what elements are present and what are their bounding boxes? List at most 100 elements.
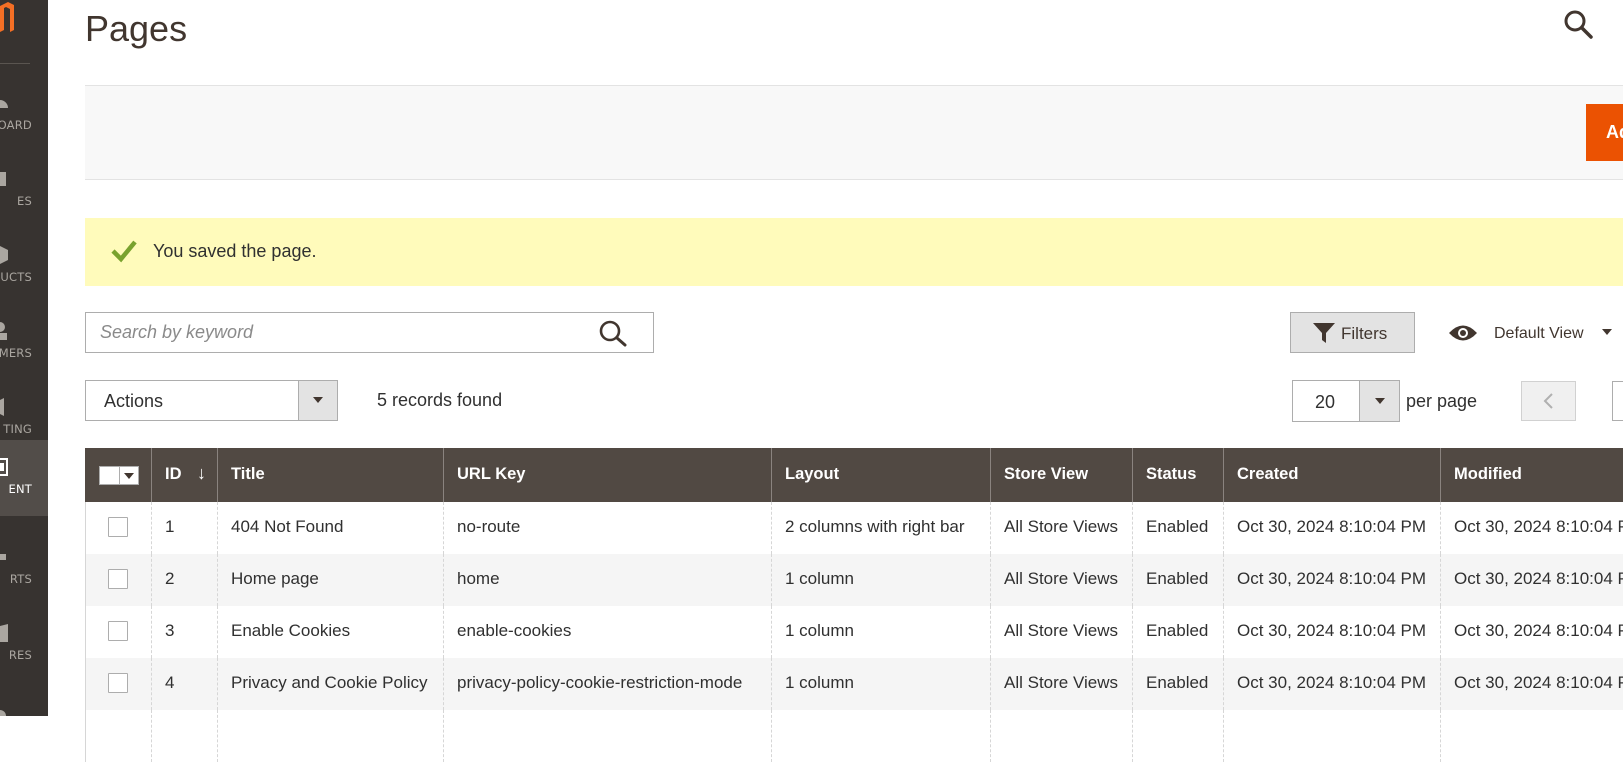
layout-cell: 1 column [771, 554, 990, 606]
cell-value: Privacy and Cookie Policy [231, 673, 428, 692]
system-icon [0, 710, 6, 716]
page-title: Pages [85, 8, 188, 49]
column-header-id[interactable]: ID ↓ [151, 448, 217, 502]
modified-cell: Oct 30, 2024 8:10:04 PM [1440, 554, 1623, 606]
cell-value: 404 Not Found [231, 517, 344, 536]
table-row[interactable] [85, 710, 1623, 762]
modified-cell: Oct 30, 2024 8:10:04 PM [1440, 658, 1623, 710]
column-label: Modified [1454, 465, 1522, 483]
keyword-search [85, 312, 654, 353]
cell-value: enable-cookies [457, 621, 572, 640]
per-page-select[interactable]: 20 [1292, 380, 1400, 422]
chevron-left-icon [1543, 393, 1553, 409]
column-label: Layout [785, 465, 840, 483]
cell-value: Enabled [1146, 569, 1209, 588]
checkbox [100, 467, 120, 484]
magento-logo-icon[interactable] [0, 0, 14, 32]
chevron-down-icon [313, 397, 323, 403]
sidebar-item-content[interactable]: ENT [0, 440, 48, 516]
cell-value: Oct 30, 2024 8:10:04 PM [1237, 517, 1427, 536]
sidebar-item-products[interactable]: UCTS [0, 228, 48, 304]
filters-button[interactable]: Filters [1290, 312, 1415, 353]
cell-value: home [457, 569, 500, 588]
modified-cell: Oct 30, 2024 8:10:04 PM [1440, 606, 1623, 658]
table-row[interactable]: 4 Privacy and Cookie Policy privacy-poli… [85, 658, 1623, 710]
table-row[interactable]: 2 Home page home 1 column All Store View… [85, 554, 1623, 606]
cell-value: Oct 30, 2024 8:10:04 PM [1454, 621, 1623, 640]
url-key-cell: no-route [443, 502, 771, 554]
sidebar-item-label: OARD [0, 118, 32, 132]
sidebar-item-sales[interactable]: ES [0, 152, 48, 228]
actions-label: Actions [104, 391, 164, 411]
store-view-cell: All Store Views [990, 554, 1132, 606]
cell-value: Oct 30, 2024 8:10:04 PM [1237, 569, 1427, 588]
search-input[interactable] [86, 313, 596, 352]
title-cell: 404 Not Found [217, 502, 443, 554]
cell-value: All Store Views [1004, 621, 1119, 640]
id-cell: 4 [151, 658, 217, 710]
layout-cell: 1 column [771, 658, 990, 710]
previous-page-button[interactable] [1521, 381, 1576, 421]
column-header-layout[interactable]: Layout [771, 448, 990, 502]
cell-value: Enabled [1146, 673, 1209, 692]
id-cell: 3 [151, 606, 217, 658]
per-page-toggle[interactable] [1359, 381, 1399, 421]
store-view-cell: All Store Views [990, 658, 1132, 710]
actions-toggle[interactable] [298, 381, 337, 420]
url-key-cell: enable-cookies [443, 606, 771, 658]
customers-icon [0, 322, 7, 340]
id-cell: 2 [151, 554, 217, 606]
page-number-input[interactable] [1612, 381, 1623, 421]
sales-icon [0, 172, 6, 186]
mass-select-checkbox[interactable] [99, 466, 139, 485]
column-header-modified[interactable]: Modified [1440, 448, 1623, 502]
sidebar-item-label: RES [8, 648, 32, 662]
sidebar-item-customers[interactable]: MERS [0, 304, 48, 380]
mass-select-column [85, 448, 151, 502]
table-row[interactable]: 3 Enable Cookies enable-cookies 1 column… [85, 606, 1623, 658]
id-cell [151, 710, 217, 762]
sidebar-item-label: ENT [8, 482, 32, 496]
status-cell: Enabled [1132, 554, 1223, 606]
row-checkbox[interactable] [108, 621, 128, 641]
search-submit-icon[interactable] [598, 319, 628, 347]
column-header-url-key[interactable]: URL Key [443, 448, 771, 502]
chevron-down-icon [1602, 329, 1612, 335]
column-label: Title [231, 465, 265, 483]
sidebar-item-system[interactable] [0, 690, 48, 716]
cell-value: privacy-policy-cookie-restriction-mode [457, 673, 743, 692]
cell-value: 1 column [785, 621, 854, 640]
cell-value: 2 columns with right bar [785, 517, 965, 536]
column-header-title[interactable]: Title [217, 448, 443, 502]
status-cell: Enabled [1132, 658, 1223, 710]
cell-value: Home page [231, 569, 319, 588]
row-checkbox[interactable] [108, 673, 128, 693]
row-checkbox[interactable] [108, 569, 128, 589]
chevron-down-icon [1375, 398, 1385, 404]
view-switcher[interactable]: Default View [1448, 318, 1623, 348]
row-checkbox[interactable] [108, 517, 128, 537]
status-cell [1132, 710, 1223, 762]
cell-value: All Store Views [1004, 673, 1119, 692]
column-header-store-view[interactable]: Store View [990, 448, 1132, 502]
mass-actions-dropdown[interactable]: Actions [85, 380, 338, 421]
column-header-status[interactable]: Status [1132, 448, 1223, 502]
sidebar-item-label: UCTS [0, 270, 32, 284]
modified-cell: Oct 30, 2024 8:10:04 PM [1440, 502, 1623, 554]
column-header-created[interactable]: Created [1223, 448, 1440, 502]
cell-value: Enabled [1146, 517, 1209, 536]
sort-arrow-icon: ↓ [197, 463, 206, 483]
sidebar-item-reports[interactable]: RTS [0, 530, 48, 606]
created-cell: Oct 30, 2024 8:10:04 PM [1223, 554, 1440, 606]
created-cell [1223, 710, 1440, 762]
add-new-page-button[interactable]: Add New Page [1586, 104, 1623, 161]
search-icon[interactable] [1562, 8, 1594, 40]
table-row[interactable]: 1 404 Not Found no-route 2 columns with … [85, 502, 1623, 554]
select-cell [85, 502, 151, 554]
sidebar-divider [0, 63, 30, 64]
sidebar-item-dashboard[interactable]: OARD [0, 76, 48, 152]
sidebar-item-stores[interactable]: RES [0, 606, 48, 682]
records-count: 5 records found [377, 390, 503, 410]
url-key-cell: privacy-policy-cookie-restriction-mode [443, 658, 771, 710]
created-cell: Oct 30, 2024 8:10:04 PM [1223, 502, 1440, 554]
